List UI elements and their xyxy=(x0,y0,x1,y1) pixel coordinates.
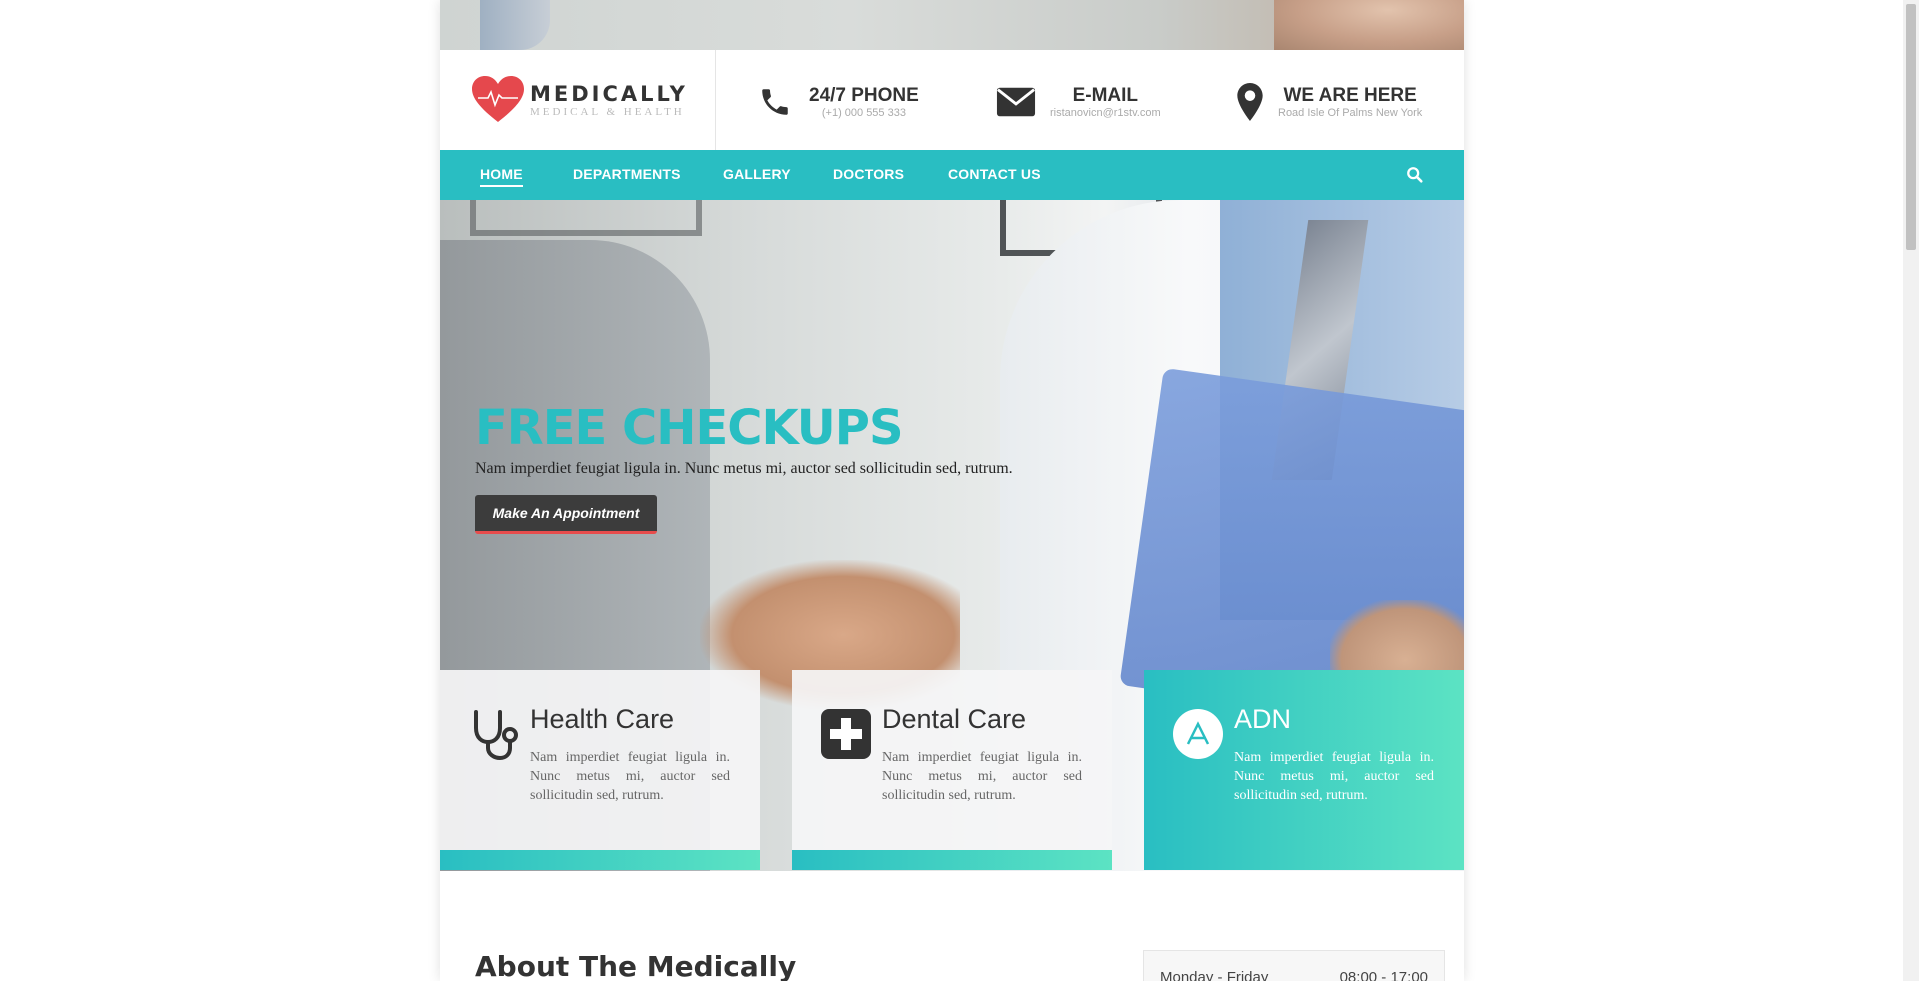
contact-email: E-MAIL ristanovicn@r1stv.com xyxy=(996,82,1161,122)
service-card-adn[interactable]: ADN Nam imperdiet feugiat ligula in. Nun… xyxy=(1144,670,1464,870)
map-pin-icon xyxy=(1230,82,1270,122)
search-icon[interactable] xyxy=(1406,166,1424,184)
photo-arm xyxy=(480,0,550,50)
about-heading: About The Medically xyxy=(475,950,797,981)
contact-phone-value: (+1) 000 555 333 xyxy=(821,106,906,119)
phone-icon xyxy=(755,82,795,122)
page-scrollbar[interactable] xyxy=(1903,0,1919,981)
hero-title: FREE CHECKUPS xyxy=(475,400,904,456)
card-title: ADN xyxy=(1234,704,1292,734)
top-photo-strip xyxy=(440,0,1464,50)
nav-item-contact-us[interactable]: CONTACT US xyxy=(948,166,1041,182)
adn-icon xyxy=(1173,709,1223,759)
contact-location-label: WE ARE HERE xyxy=(1283,84,1417,106)
card-accent-bar xyxy=(440,850,760,870)
medical-cross-icon xyxy=(821,709,871,759)
envelope-icon xyxy=(996,82,1036,122)
contact-location: WE ARE HERE Road Isle Of Palms New York xyxy=(1230,82,1422,122)
nav-item-doctors[interactable]: DOCTORS xyxy=(833,166,904,182)
contact-phone-label: 24/7 PHONE xyxy=(809,84,919,106)
header-divider xyxy=(715,50,716,150)
service-card-dental-care[interactable]: Dental Care Nam imperdiet feugiat ligula… xyxy=(792,670,1112,870)
nav-item-home[interactable]: HOME xyxy=(480,166,523,187)
card-text: Nam imperdiet feugiat ligula in. Nunc me… xyxy=(530,750,730,803)
hours-time: 08:00 - 17:00 xyxy=(1339,969,1428,981)
card-title: Health Care xyxy=(530,704,675,734)
header: MEDICALLY MEDICAL & HEALTH 24/7 PHONE (+… xyxy=(440,50,1464,150)
stethoscope-icon xyxy=(474,710,518,760)
card-text: Nam imperdiet feugiat ligula in. Nunc me… xyxy=(1234,750,1434,803)
contact-phone: 24/7 PHONE (+1) 000 555 333 xyxy=(755,82,919,122)
card-text: Nam imperdiet feugiat ligula in. Nunc me… xyxy=(882,750,1082,803)
contact-email-value[interactable]: ristanovicn@r1stv.com xyxy=(1050,107,1161,120)
make-appointment-button[interactable]: Make An Appointment xyxy=(475,495,657,534)
nav-item-departments[interactable]: DEPARTMENTS xyxy=(573,166,681,182)
logo-name: MEDICALLY xyxy=(530,82,688,106)
logo-tagline: MEDICAL & HEALTH xyxy=(530,106,685,118)
card-title: Dental Care xyxy=(882,704,1027,734)
scrollbar-thumb[interactable] xyxy=(1906,4,1916,250)
photo-face xyxy=(1274,0,1464,50)
page: MEDICALLY MEDICAL & HEALTH 24/7 PHONE (+… xyxy=(440,0,1464,981)
main-nav: HOME DEPARTMENTS GALLERY DOCTORS CONTACT… xyxy=(440,150,1464,200)
hours-days: Monday - Friday xyxy=(1160,969,1269,981)
service-card-health-care[interactable]: Health Care Nam imperdiet feugiat ligula… xyxy=(440,670,760,870)
contact-location-value: Road Isle Of Palms New York xyxy=(1278,106,1423,119)
hero-bg-frame xyxy=(470,200,702,236)
logo[interactable]: MEDICALLY MEDICAL & HEALTH xyxy=(472,76,688,124)
hero-subtitle: Nam imperdiet feugiat ligula in. Nunc me… xyxy=(475,460,1013,477)
card-accent-bar xyxy=(792,850,1112,870)
heart-logo-icon xyxy=(472,76,524,122)
opening-hours: Monday - Friday 08:00 - 17:00 xyxy=(1143,950,1445,981)
contact-email-label: E-MAIL xyxy=(1072,84,1139,106)
nav-item-gallery[interactable]: GALLERY xyxy=(723,166,791,182)
